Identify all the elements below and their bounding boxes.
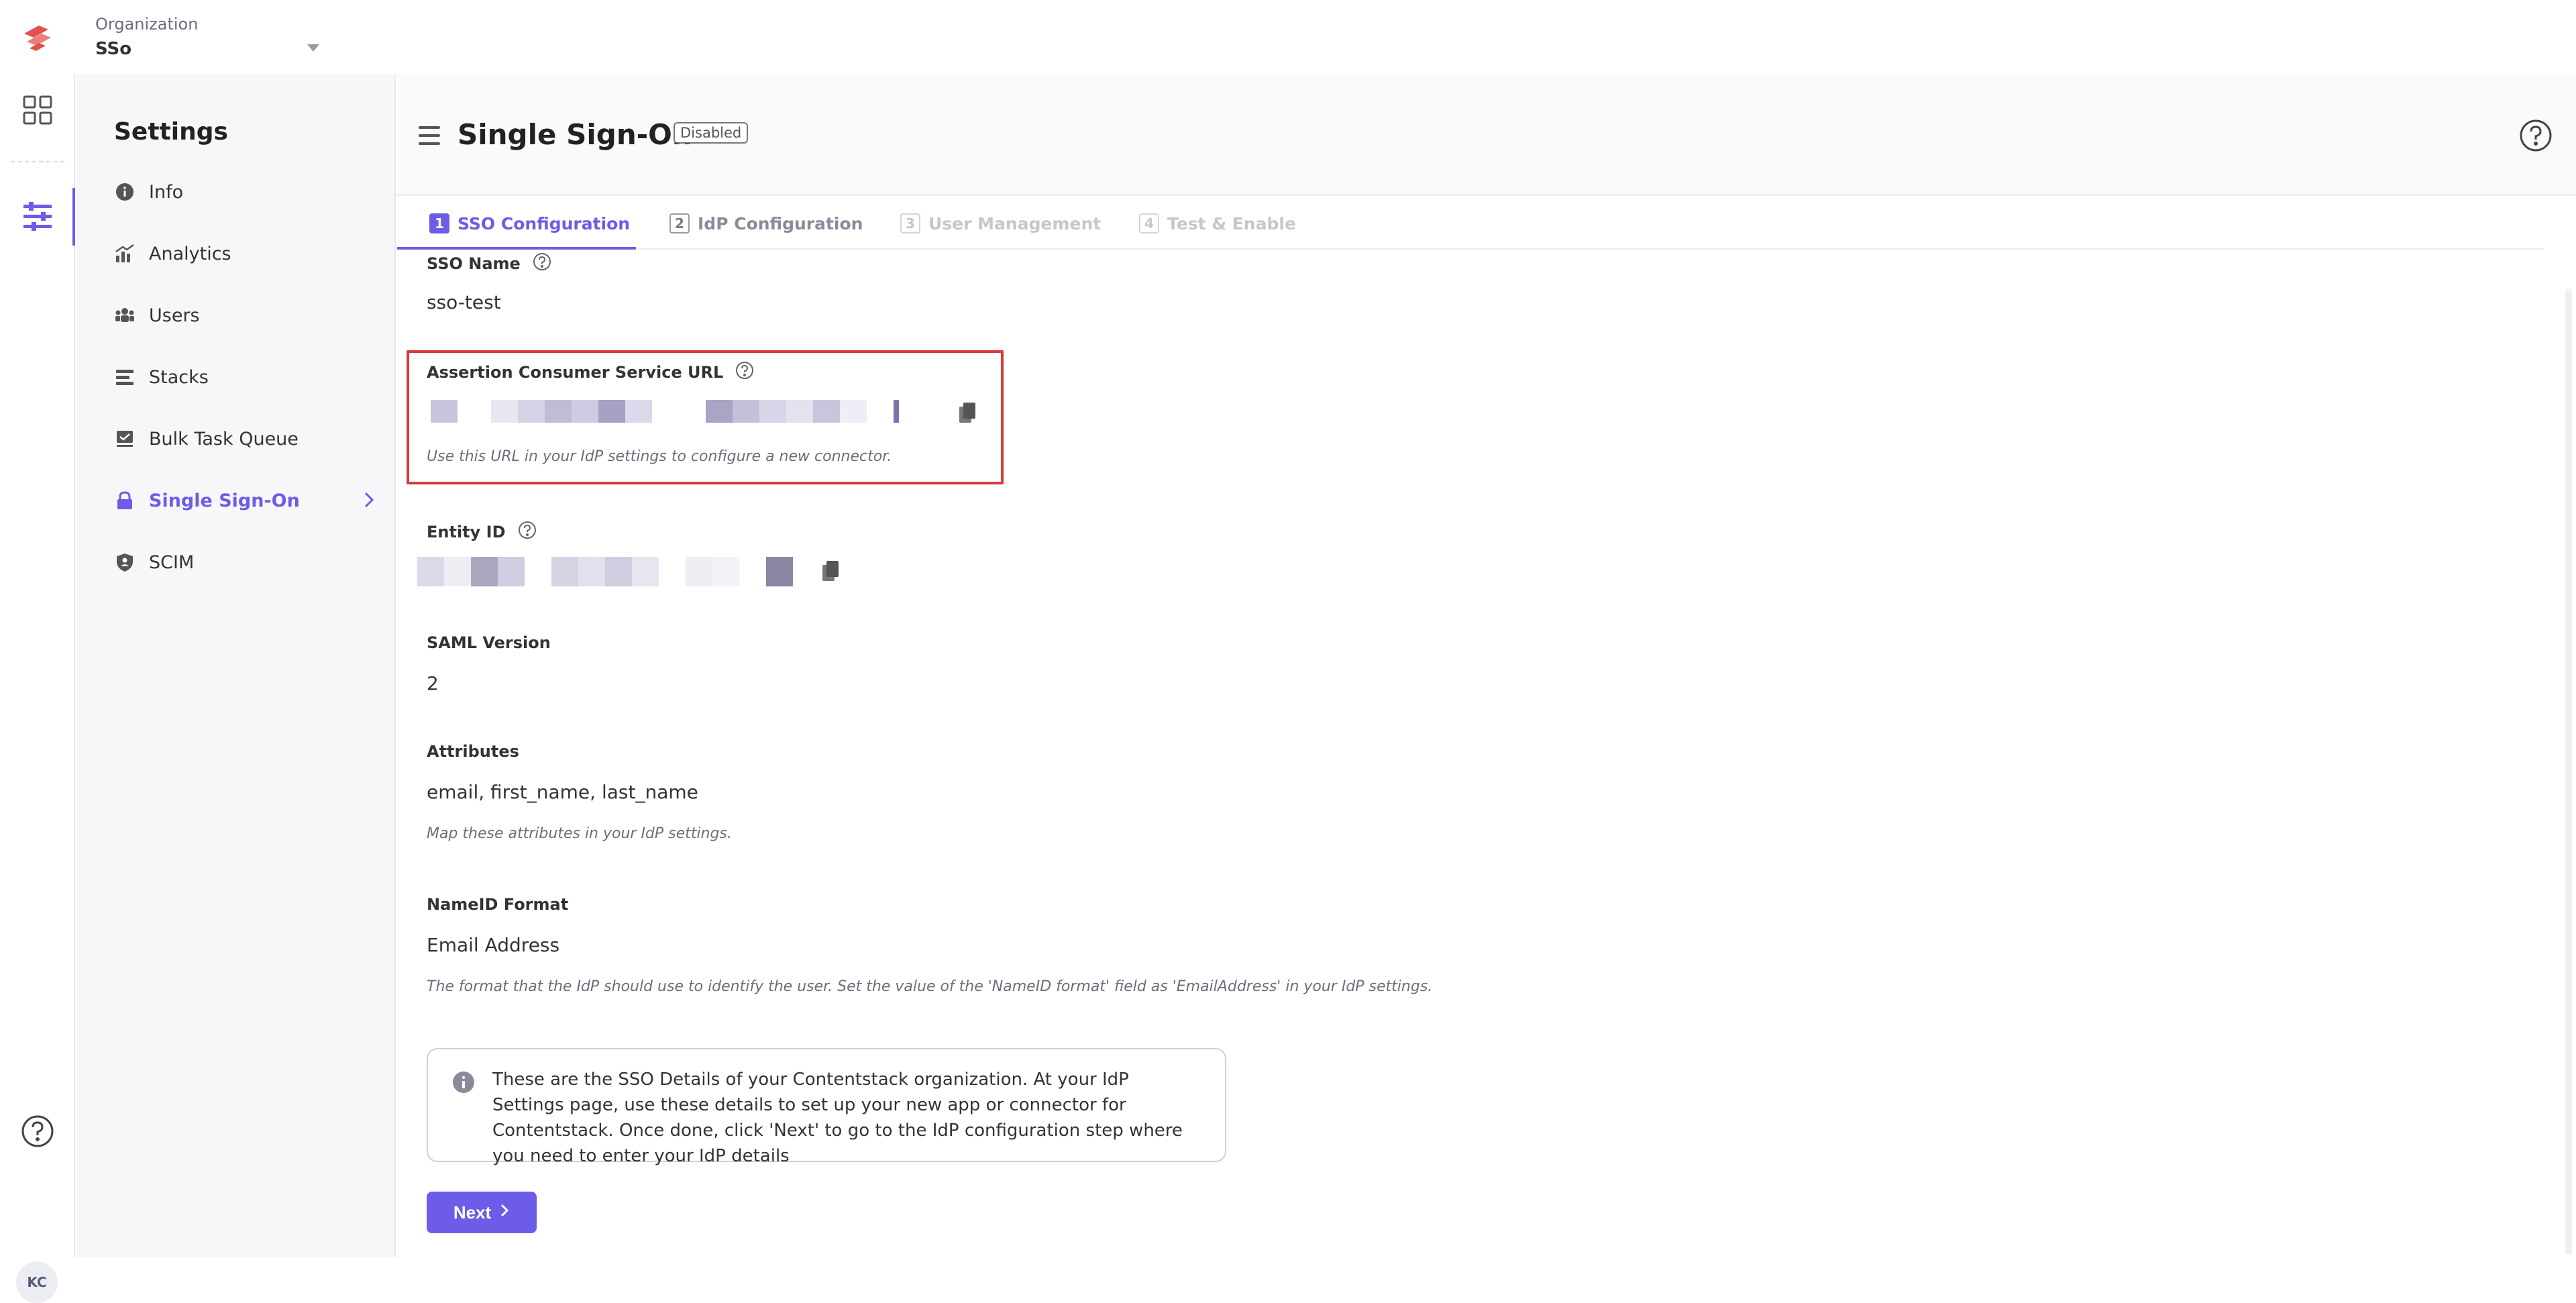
field-label-text: NameID Format: [427, 895, 569, 914]
active-tab-indicator: [397, 247, 636, 250]
nameid-format-hint: The format that the IdP should use to id…: [427, 978, 1433, 995]
sidebar-title: Settings: [114, 118, 228, 146]
chevron-down-icon[interactable]: [307, 44, 319, 52]
acs-url-value-redacted: [431, 400, 994, 423]
sidebar-item-label: Analytics: [149, 243, 231, 264]
saml-version-label: SAML Version: [427, 633, 551, 652]
page-header: Single Sign-On Disabled: [397, 74, 2576, 196]
field-label-text: Attributes: [427, 742, 519, 761]
chevron-right-icon: [499, 1202, 510, 1223]
entity-id-label: Entity ID: [427, 521, 537, 543]
sso-configuration-form: SSO Name sso-test Assertion Consumer Ser…: [397, 251, 2544, 1257]
attributes-label: Attributes: [427, 742, 519, 761]
queue-icon: [114, 428, 136, 450]
settings-sidebar: Settings Info Analytics Users Stacks Bul…: [76, 74, 396, 1257]
entity-id-value-redacted: [417, 557, 833, 586]
info-text: These are the SSO Details of your Conten…: [492, 1070, 1183, 1166]
sidebar-item-single-sign-on[interactable]: Single Sign-On: [114, 482, 376, 519]
step-tabs: 1 SSO Configuration 2 IdP Configuration …: [397, 197, 2544, 250]
chart-icon: [114, 243, 136, 264]
tab-label: User Management: [928, 213, 1102, 233]
help-icon[interactable]: [2518, 118, 2553, 153]
step-number: 3: [900, 213, 920, 233]
copy-icon[interactable]: [821, 560, 841, 582]
stack-icon: [114, 366, 136, 388]
tab-label: Test & Enable: [1167, 213, 1296, 233]
saml-version-value: 2: [427, 672, 439, 694]
sidebar-item-label: Bulk Task Queue: [149, 428, 299, 450]
tab-idp-configuration[interactable]: 2 IdP Configuration: [669, 208, 863, 239]
tab-user-management[interactable]: 3 User Management: [900, 208, 1101, 239]
sidebar-item-bulk-task-queue[interactable]: Bulk Task Queue: [114, 420, 376, 458]
acs-url-hint: Use this URL in your IdP settings to con…: [427, 448, 892, 465]
help-icon[interactable]: [17, 1111, 58, 1151]
attributes-hint: Map these attributes in your IdP setting…: [427, 825, 732, 842]
users-icon: [114, 305, 136, 326]
field-label-text: SAML Version: [427, 633, 551, 652]
help-icon[interactable]: [533, 252, 551, 275]
tab-sso-configuration[interactable]: 1 SSO Configuration: [429, 208, 630, 239]
field-label-text: Assertion Consumer Service URL: [427, 363, 724, 382]
top-bar: Organization SSo: [0, 0, 2576, 74]
shield-icon: [114, 552, 136, 573]
sidebar-item-info[interactable]: Info: [114, 173, 376, 211]
sidebar-item-label: Stacks: [149, 366, 209, 388]
sidebar-item-label: Info: [149, 181, 184, 203]
sidebar-item-scim[interactable]: SCIM: [114, 543, 376, 581]
tab-label: SSO Configuration: [458, 213, 631, 233]
info-icon: [114, 181, 136, 203]
next-button-label: Next: [453, 1202, 492, 1222]
help-icon[interactable]: [518, 521, 537, 543]
attributes-value: email, first_name, last_name: [427, 781, 698, 803]
grid-icon[interactable]: [17, 90, 58, 130]
copy-icon[interactable]: [958, 401, 978, 424]
nameid-format-label: NameID Format: [427, 895, 568, 914]
sso-name-value: sso-test: [427, 291, 501, 313]
field-label-text: SSO Name: [427, 254, 521, 273]
menu-icon[interactable]: [419, 126, 440, 145]
step-number: 1: [429, 213, 449, 233]
sidebar-item-label: Single Sign-On: [149, 490, 300, 511]
left-rail: KC: [0, 74, 75, 1303]
rail-active-indicator: [72, 188, 75, 246]
info-callout: These are the SSO Details of your Conten…: [427, 1048, 1226, 1166]
sidebar-item-users[interactable]: Users: [114, 297, 376, 334]
step-number: 2: [669, 213, 690, 233]
help-icon[interactable]: [735, 361, 754, 384]
tab-test-enable[interactable]: 4 Test & Enable: [1139, 208, 1296, 239]
sidebar-item-analytics[interactable]: Analytics: [114, 235, 376, 272]
tab-label: IdP Configuration: [698, 213, 863, 233]
step-number: 4: [1139, 213, 1159, 233]
acs-url-label: Assertion Consumer Service URL: [427, 361, 754, 384]
org-selector[interactable]: SSo: [95, 39, 131, 59]
info-icon: [452, 1071, 475, 1096]
settings-sliders-icon[interactable]: [17, 196, 58, 236]
sidebar-item-stacks[interactable]: Stacks: [114, 358, 376, 396]
page-title: Single Sign-On: [458, 118, 692, 151]
status-badge: Disabled: [674, 122, 749, 144]
org-label: Organization: [95, 15, 199, 34]
sso-name-label: SSO Name: [427, 252, 551, 275]
field-label-text: Entity ID: [427, 523, 506, 541]
scrollbar[interactable]: [2565, 289, 2572, 1255]
nameid-format-value: Email Address: [427, 934, 560, 956]
user-avatar[interactable]: KC: [16, 1261, 58, 1303]
contentstack-logo[interactable]: [19, 19, 56, 56]
chevron-right-icon: [362, 490, 376, 515]
next-button[interactable]: Next: [427, 1192, 537, 1233]
lock-icon: [114, 490, 136, 511]
sidebar-item-label: SCIM: [149, 552, 195, 573]
rail-divider: [11, 161, 64, 162]
sidebar-item-label: Users: [149, 305, 200, 326]
